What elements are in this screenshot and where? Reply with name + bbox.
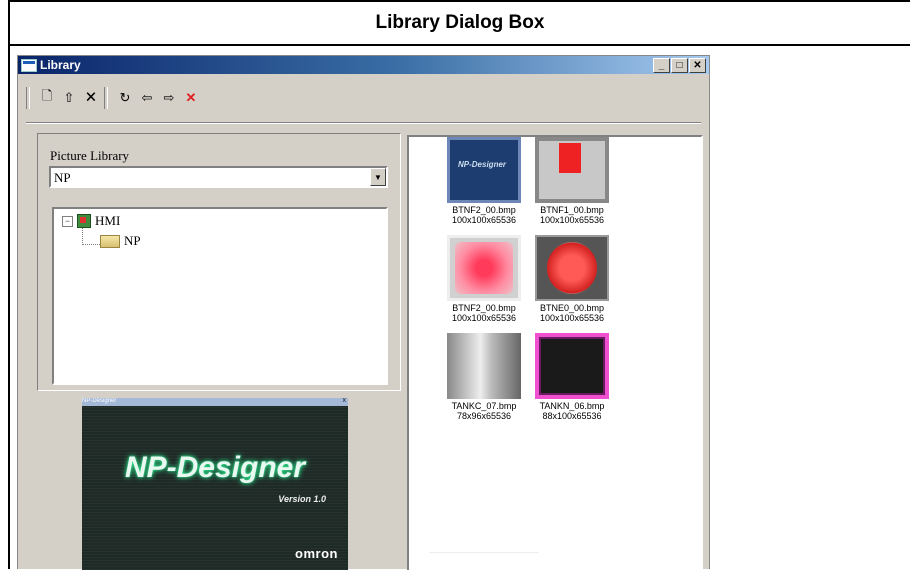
maximize-button[interactable]: □ (671, 58, 688, 73)
omron-logo: omron (295, 546, 338, 561)
title-bar[interactable]: Library _ □ ✕ (18, 56, 709, 74)
toolbar: 🗋 ⇧ 🗙 ↻ ⇦ ⇨ ✕ (26, 82, 200, 114)
tree-connector (82, 244, 100, 245)
splash-titlebar: NP-Designer x (82, 398, 348, 406)
splash-image: NP-Designer x NP-Designer Version 1.0 om… (82, 398, 348, 570)
app-icon (21, 58, 37, 72)
toolbar-divider (26, 122, 701, 124)
thumbnail-image (535, 333, 609, 399)
thumbnail-item[interactable]: BTNF1_00.bmp 100x100x65536 (527, 137, 617, 225)
folder-tree[interactable]: − HMI NP (52, 207, 388, 385)
picture-library-label: Picture Library (50, 148, 130, 163)
refresh-icon[interactable]: ↻ (116, 89, 134, 107)
thumbnail-item[interactable]: TANKN_06.bmp 88x100x65536 (527, 333, 617, 421)
thumbnail-panel[interactable]: NP-Designer BTNF2_00.bmp 100x100x65536 B… (407, 135, 703, 570)
collapse-icon[interactable]: − (62, 215, 73, 227)
new-icon[interactable]: 🗋 (38, 88, 56, 107)
chevron-down-icon[interactable]: ▼ (370, 168, 386, 186)
toolbar-separator (104, 87, 108, 109)
minimize-button[interactable]: _ (653, 58, 670, 73)
splash-window-title: NP-Designer (82, 398, 117, 404)
thumbnail-name: BTNE0_00.bmp (539, 303, 605, 313)
export-icon[interactable]: ⇨ (160, 89, 178, 107)
close-button[interactable]: ✕ (689, 58, 706, 73)
tree-node-hmi[interactable]: − HMI (62, 213, 120, 229)
divider (429, 552, 539, 553)
thumbnail-image: NP-Designer (447, 137, 521, 203)
thumbnail-item[interactable]: NP-Designer BTNF2_00.bmp 100x100x65536 (439, 137, 529, 225)
library-select-value: NP (54, 170, 71, 185)
folder-icon (100, 234, 120, 248)
tree-node-label: HMI (95, 213, 121, 228)
window-title: Library (40, 58, 81, 72)
thumbnail-item[interactable]: BTNE0_00.bmp 100x100x65536 (527, 235, 617, 323)
library-select[interactable]: NP ▼ (49, 166, 388, 188)
figure-title: Library Dialog Box (10, 2, 910, 46)
thumbnail-size: 100x100x65536 (451, 313, 517, 323)
tree-node-np[interactable]: NP (100, 233, 141, 249)
hmi-icon (77, 214, 91, 228)
rename-icon[interactable]: ⇧ (60, 89, 78, 107)
thumbnail-image (535, 137, 609, 203)
thumbnail-image (535, 235, 609, 301)
import-icon[interactable]: ⇦ (138, 89, 156, 107)
thumbnail-item[interactable]: TANKC_07.bmp 78x96x65536 (439, 333, 529, 421)
library-window: Library _ □ ✕ 🗋 ⇧ 🗙 ↻ ⇦ ⇨ ✕ Picture Libr… (17, 55, 710, 570)
thumbnail-name: BTNF1_00.bmp (540, 205, 604, 215)
library-group: Picture Library NP ▼ − HMI NP (37, 133, 401, 391)
tree-connector (82, 227, 83, 245)
splash-version: Version 1.0 (278, 494, 326, 504)
thumbnail-size: 88x100x65536 (542, 411, 602, 421)
thumbnail-size: 100x100x65536 (539, 313, 605, 323)
thumbnail-size: 78x96x65536 (456, 411, 512, 421)
thumbnail-image (447, 333, 521, 399)
close-x-icon[interactable]: ✕ (182, 89, 200, 107)
thumbnail-size: 100x100x65536 (539, 215, 605, 225)
thumbnail-item[interactable]: BTNF2_00.bmp 100x100x65536 (439, 235, 529, 323)
tree-node-label: NP (124, 233, 141, 248)
delete-icon[interactable]: 🗙 (82, 88, 100, 107)
thumbnail-name: BTNF2_00.bmp (452, 303, 516, 313)
thumbnail-size: 100x100x65536 (451, 215, 517, 225)
thumbnail-name: TANKC_07.bmp (451, 401, 517, 411)
splash-close-icon: x (342, 398, 347, 404)
splash-product-name: NP-Designer (124, 451, 306, 484)
thumbnail-name: TANKN_06.bmp (539, 401, 605, 411)
thumbnail-name: BTNF2_00.bmp (452, 205, 516, 215)
toolbar-separator (26, 87, 30, 109)
thumbnail-image (447, 235, 521, 301)
